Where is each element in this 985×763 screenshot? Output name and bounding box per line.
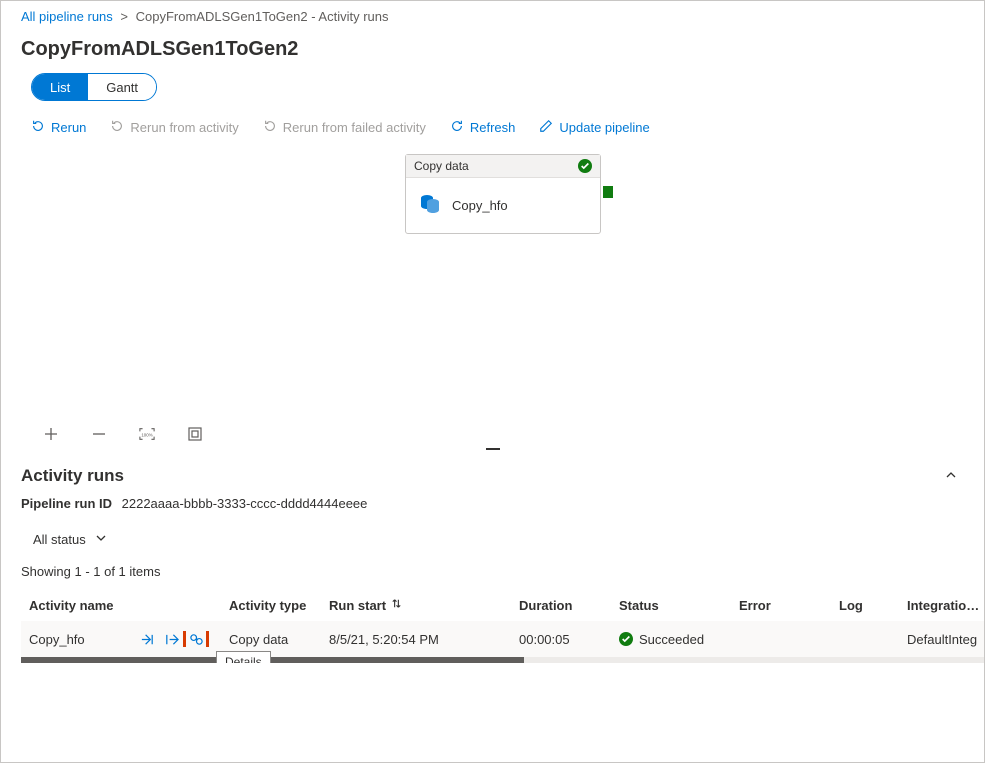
- view-toggle: List Gantt: [31, 73, 157, 101]
- col-header-start-label: Run start: [329, 598, 386, 613]
- status-filter-dropdown[interactable]: All status: [23, 525, 118, 554]
- cell-duration: 00:00:05: [511, 632, 611, 647]
- collapse-section-button[interactable]: [944, 468, 958, 485]
- svg-text:100%: 100%: [141, 433, 152, 438]
- fit-screen-button[interactable]: [185, 424, 205, 444]
- rerun-from-activity-icon: [110, 119, 124, 136]
- success-check-icon: [578, 159, 592, 173]
- rerun-from-activity-button: Rerun from activity: [110, 119, 238, 136]
- canvas-controls: 100%: [41, 424, 205, 444]
- cell-activity-type: Copy data: [221, 632, 321, 647]
- table-header-row: Activity name Activity type Run start Du…: [21, 589, 984, 621]
- col-header-error[interactable]: Error: [731, 598, 831, 613]
- activity-runs-table: Activity name Activity type Run start Du…: [21, 589, 984, 663]
- rerun-label: Rerun: [51, 120, 86, 135]
- rerun-from-failed-icon: [263, 119, 277, 136]
- status-success-icon: [619, 632, 633, 646]
- pipeline-run-id: Pipeline run ID 2222aaaa-bbbb-3333-cccc-…: [1, 490, 984, 525]
- activity-type-label: Copy data: [414, 159, 469, 173]
- zoom-in-button[interactable]: [41, 424, 61, 444]
- col-header-status[interactable]: Status: [611, 598, 731, 613]
- breadcrumb-separator: >: [120, 9, 128, 24]
- horizontal-scrollbar-track[interactable]: [21, 657, 984, 663]
- zoom-100-button[interactable]: 100%: [137, 424, 157, 444]
- col-header-start[interactable]: Run start: [321, 597, 511, 613]
- table-row[interactable]: Copy_hfo Copy data 8/5/21, 5:20:54 PM 00…: [21, 621, 984, 657]
- page-title: CopyFromADLSGen1ToGen2: [1, 30, 984, 73]
- pipeline-canvas[interactable]: Copy data Copy_hfo 100%: [1, 144, 984, 444]
- col-header-integration[interactable]: Integration r: [899, 598, 984, 613]
- input-button[interactable]: [139, 631, 155, 647]
- activity-name-label: Copy_hfo: [452, 198, 508, 213]
- update-pipeline-label: Update pipeline: [559, 120, 649, 135]
- edit-icon: [539, 119, 553, 136]
- pipeline-run-id-label: Pipeline run ID: [21, 496, 112, 511]
- sort-icon: [390, 597, 403, 613]
- rerun-icon: [31, 119, 45, 136]
- zoom-out-button[interactable]: [89, 424, 109, 444]
- col-header-duration[interactable]: Duration: [511, 598, 611, 613]
- status-filter-label: All status: [33, 532, 86, 547]
- rerun-from-failed-label: Rerun from failed activity: [283, 120, 426, 135]
- col-header-type[interactable]: Activity type: [221, 598, 321, 613]
- cell-integration: DefaultInteg: [899, 632, 984, 647]
- pipeline-run-id-value: 2222aaaa-bbbb-3333-cccc-dddd4444eeee: [122, 496, 368, 511]
- details-tooltip: Details: [216, 651, 271, 663]
- showing-count: Showing 1 - 1 of 1 items: [1, 564, 984, 589]
- output-button[interactable]: [163, 631, 179, 647]
- cell-run-start: 8/5/21, 5:20:54 PM: [321, 632, 511, 647]
- rerun-from-activity-label: Rerun from activity: [130, 120, 238, 135]
- horizontal-scrollbar-thumb[interactable]: [21, 657, 524, 663]
- view-toggle-gantt[interactable]: Gantt: [88, 74, 156, 100]
- view-toggle-list[interactable]: List: [32, 74, 88, 100]
- activity-success-handle[interactable]: [603, 186, 613, 198]
- breadcrumb: All pipeline runs > CopyFromADLSGen1ToGe…: [1, 1, 984, 30]
- refresh-button[interactable]: Refresh: [450, 119, 516, 136]
- refresh-icon: [450, 119, 464, 136]
- update-pipeline-button[interactable]: Update pipeline: [539, 119, 649, 136]
- col-header-name[interactable]: Activity name: [21, 598, 221, 613]
- col-header-log[interactable]: Log: [831, 598, 899, 613]
- details-highlight-box: [183, 631, 209, 647]
- breadcrumb-current: CopyFromADLSGen1ToGen2 - Activity runs: [136, 9, 389, 24]
- refresh-label: Refresh: [470, 120, 516, 135]
- activity-node[interactable]: Copy data Copy_hfo: [405, 154, 601, 234]
- cell-activity-name: Copy_hfo: [29, 632, 85, 647]
- chevron-down-icon: [94, 531, 108, 548]
- rerun-from-failed-button: Rerun from failed activity: [263, 119, 426, 136]
- breadcrumb-root-link[interactable]: All pipeline runs: [21, 9, 113, 24]
- copy-data-icon: [418, 192, 442, 219]
- toolbar: Rerun Rerun from activity Rerun from fai…: [1, 115, 984, 144]
- details-button[interactable]: [188, 631, 204, 647]
- cell-status: Succeeded: [639, 632, 704, 647]
- activity-runs-title: Activity runs: [21, 466, 124, 486]
- rerun-button[interactable]: Rerun: [31, 119, 86, 136]
